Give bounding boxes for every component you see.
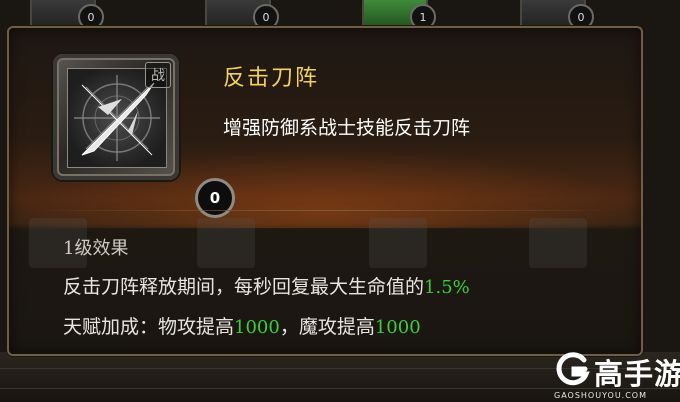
effect-value: 1000 xyxy=(374,317,421,338)
background-slot-ghost xyxy=(369,218,427,268)
effect-text: 反击刀阵释放期间，每秒回复最大生命值的 xyxy=(63,276,425,298)
skill-level-badge: 0 xyxy=(195,178,235,218)
effect-text: 天赋加成：物攻提高 xyxy=(63,316,235,338)
effect-value: 1000 xyxy=(234,317,280,338)
effect-text: ，魔攻提高 xyxy=(279,316,375,338)
skill-description: 增强防御系战士技能反击刀阵 xyxy=(223,117,471,139)
watermark-url: GAOSHOUYOU.COM xyxy=(554,391,648,400)
effect-line-talent: 天赋加成：物攻提高1000，魔攻提高1000 xyxy=(63,312,421,339)
skill-tooltip: 战 0 反击刀阵 增强防御系战士技能反击刀阵 1级效果 反击刀阵释放期间，每秒回… xyxy=(7,26,643,356)
background-slot-ghost xyxy=(197,218,255,268)
effect-line-regen: 反击刀阵释放期间，每秒回复最大生命值的1.5% xyxy=(63,272,470,299)
effect-value: 1.5% xyxy=(424,277,470,298)
background-divider xyxy=(0,388,680,389)
skill-icon-frame: 战 0 xyxy=(53,54,235,218)
effect-title: 1级效果 xyxy=(63,238,129,259)
background-slot-ghost xyxy=(529,218,587,268)
skill-class-tag: 战 xyxy=(145,62,171,88)
skill-name: 反击刀阵 xyxy=(223,66,320,91)
watermark-brand: 高手游 xyxy=(594,357,680,391)
brand-logo-icon xyxy=(556,352,590,386)
